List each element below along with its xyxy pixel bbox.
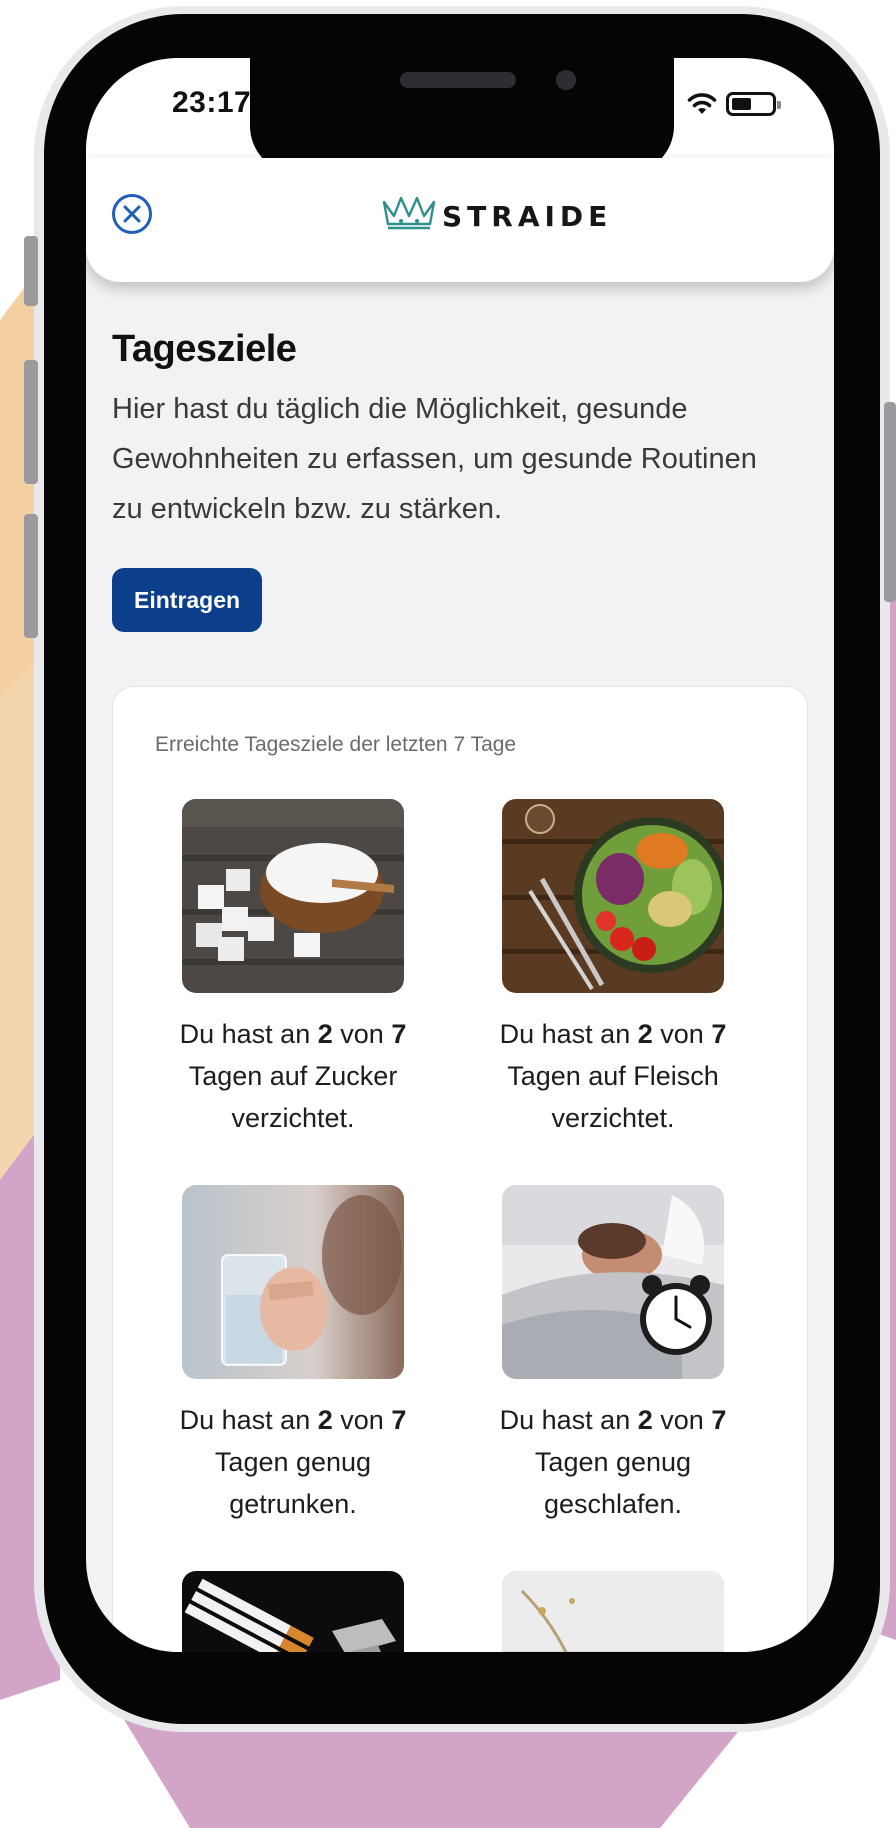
phone-screen: 23:17 STRAIDE Tagesziele Hier hast du tä… — [86, 58, 834, 1652]
enter-button[interactable]: Eintragen — [112, 568, 263, 632]
goal-smoking[interactable] — [143, 1571, 443, 1652]
goal-alcohol[interactable] — [463, 1571, 763, 1652]
goal-drinking[interactable]: Du hast an 2 von 7 Tagen genug getrunken… — [143, 1185, 443, 1525]
goal-drinking-text: Du hast an 2 von 7 Tagen genug getrunken… — [179, 1405, 407, 1519]
mute-switch — [24, 236, 38, 306]
camera-notch — [250, 58, 674, 174]
water-glass-image — [182, 1185, 404, 1379]
volume-down-button — [24, 514, 38, 638]
goals-card: Erreichte Tagesziele der letzten 7 Tage — [112, 686, 808, 1652]
goal-sleeping-text: Du hast an 2 von 7 Tagen genug geschlafe… — [499, 1405, 727, 1519]
goal-meat[interactable]: Du hast an 2 von 7 Tagen auf Fleisch ver… — [463, 799, 763, 1139]
app-header: STRAIDE — [86, 158, 834, 282]
goal-sleeping[interactable]: Du hast an 2 von 7 Tagen genug geschlafe… — [463, 1185, 763, 1525]
intro-text: Hier hast du täglich die Möglichkeit, ge… — [112, 393, 757, 525]
wifi-icon — [687, 93, 717, 114]
cigarettes-image — [182, 1571, 404, 1652]
brand-name: STRAIDE — [442, 200, 613, 233]
goals-card-title: Erreichte Tagesziele der letzten 7 Tage — [155, 733, 517, 756]
goal-sugar-text: Du hast an 2 von 7 Tagen auf Zucker verz… — [179, 1019, 407, 1133]
power-button — [884, 402, 896, 602]
page-title: Tagesziele — [112, 328, 297, 370]
sleep-alarm-image — [502, 1185, 724, 1379]
close-circle-icon[interactable] — [110, 192, 154, 236]
goal-meat-text: Du hast an 2 von 7 Tagen auf Fleisch ver… — [499, 1019, 727, 1133]
goal-sugar[interactable]: Du hast an 2 von 7 Tagen auf Zucker verz… — [143, 799, 443, 1139]
battery-icon — [726, 92, 781, 116]
status-time: 23:17 — [172, 86, 252, 119]
whisky-glass-image — [502, 1571, 724, 1652]
volume-up-button — [24, 360, 38, 484]
salad-image — [502, 799, 724, 993]
crown-icon — [382, 196, 436, 230]
sugar-image — [182, 799, 404, 993]
